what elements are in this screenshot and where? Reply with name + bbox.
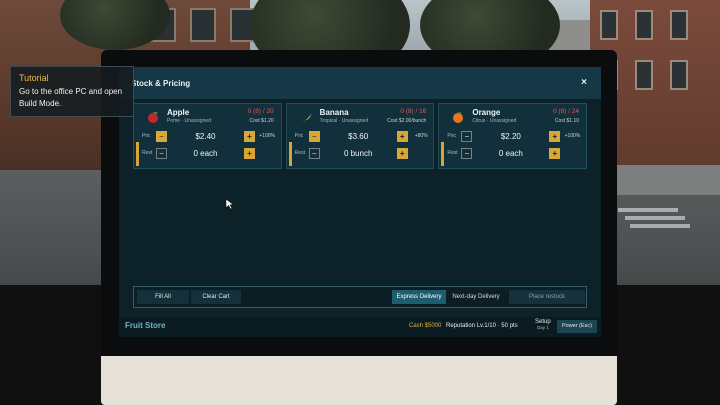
restock-quantity: 0 each [498,148,523,158]
price-value: $3.60 [348,131,369,141]
product-card-banana: Banana Tropical · Unassigned 0 (8) / 16 … [285,103,435,169]
stock-count: 0 (8) / 20 [247,108,274,115]
fill-all-button[interactable]: Fill All [137,290,189,304]
price-value: $2.40 [195,131,216,141]
monitor-stand [101,356,617,405]
price-decrease-button[interactable]: − [308,130,320,142]
stock-count: 0 (8) / 16 [400,108,427,115]
store-status-bar: Fruit Store Cash $5000 Reputation Lv.1/1… [119,317,601,337]
close-button[interactable]: × [577,76,591,90]
restock-increase-button[interactable]: + [396,147,408,159]
product-card-apple: Apple Pome · Unassigned 0 (8) / 20 Cost … [133,103,282,169]
unit-cost: Cost $2.00/bunch [387,118,427,124]
restock-quantity: 0 bunch [343,148,373,158]
restock-accent-bar [136,142,139,166]
building-window [635,10,653,40]
markup-percent: +100% [564,133,581,139]
phase-indicator: Setup Day 1 [535,319,551,330]
product-category: Tropical · Unassigned [319,118,369,124]
product-category: Pome · Unassigned [167,118,211,124]
restock-quantity: 0 each [193,148,218,158]
reputation-level: Reputation Lv.1/10 · 50 pts [446,323,518,329]
unit-cost: Cost $1.10 [554,118,580,124]
tutorial-title: Tutorial [19,73,49,83]
restock-row: Rest − 0 each + [142,146,275,160]
restock-label: Rest [294,150,305,156]
product-name: Apple [167,108,190,117]
order-action-bar: Fill All Clear Cart Express Delivery Nex… [133,286,587,308]
day-counter: Day 1 [536,325,549,330]
tutorial-message: Go to the office PC and open Build Mode. [19,87,123,108]
restock-decrease-button[interactable]: − [308,147,320,159]
tutorial-panel: Tutorial Go to the office PC and open Bu… [10,66,134,117]
store-name: Fruit Store [125,321,166,330]
price-label: Pric [447,133,456,139]
price-value: $2.20 [500,131,521,141]
power-button[interactable]: Power (Esc) [557,320,597,333]
unit-cost: Cost $1.20 [249,118,274,124]
product-card-orange: Orange Citrus · Unassigned 0 (8) / 24 Co… [438,103,588,169]
price-increase-button[interactable]: + [244,130,255,142]
product-category: Citrus · Unassigned [472,118,517,124]
building-window [670,60,688,90]
next-day-delivery-toggle[interactable]: Next-day Delivery [447,290,505,304]
price-row: Pric − $2.40 + +100% [142,129,275,143]
restock-accent-bar [441,142,445,166]
building-window [670,10,688,40]
sidewalk [610,165,720,195]
price-increase-button[interactable]: + [396,130,408,142]
express-delivery-toggle[interactable]: Express Delivery [392,290,446,304]
markup-percent: +80% [414,133,428,139]
restock-decrease-button[interactable]: − [156,147,167,159]
banana-icon [300,113,312,121]
window-title: Stock & Pricing [131,78,191,88]
stock-pricing-window: Stock & Pricing × Apple Pome · Unassigne… [119,67,601,337]
orange-icon [453,112,464,123]
cash-balance: Cash $5000 [409,323,442,329]
window-header: Stock & Pricing × [119,67,601,99]
price-label: Pric [294,133,304,139]
price-increase-button[interactable]: + [549,130,561,142]
restock-accent-bar [288,142,292,166]
product-name: Orange [472,108,501,117]
building-window [600,10,618,40]
price-row: Pric − $3.60 + +80% [295,129,428,143]
price-label: Pric [142,133,151,139]
price-decrease-button[interactable]: − [156,130,167,142]
building-window [190,8,216,42]
restock-label: Rest [142,150,153,156]
place-restock-button[interactable]: Place restock [509,290,585,304]
clear-cart-button[interactable]: Clear Cart [191,290,241,304]
restock-row: Rest − 0 bunch + [295,146,428,160]
stock-count: 0 (8) / 24 [553,108,580,115]
price-decrease-button[interactable]: − [461,130,473,142]
building-window [635,60,653,90]
price-row: Pric − $2.20 + +100% [447,129,580,143]
restock-row: Rest − 0 each + [447,146,580,160]
crosswalk-stripe [618,208,678,212]
restock-increase-button[interactable]: + [549,147,561,159]
apple-icon [148,111,158,123]
product-card-list: Apple Pome · Unassigned 0 (8) / 20 Cost … [133,103,588,169]
product-name: Banana [319,108,349,117]
mouse-cursor-icon [225,198,235,210]
markup-percent: +100% [259,133,275,139]
crosswalk-stripe [625,216,685,220]
restock-decrease-button[interactable]: − [461,147,473,159]
restock-increase-button[interactable]: + [244,147,255,159]
restock-label: Rest [447,150,458,156]
crosswalk-stripe [630,224,690,228]
